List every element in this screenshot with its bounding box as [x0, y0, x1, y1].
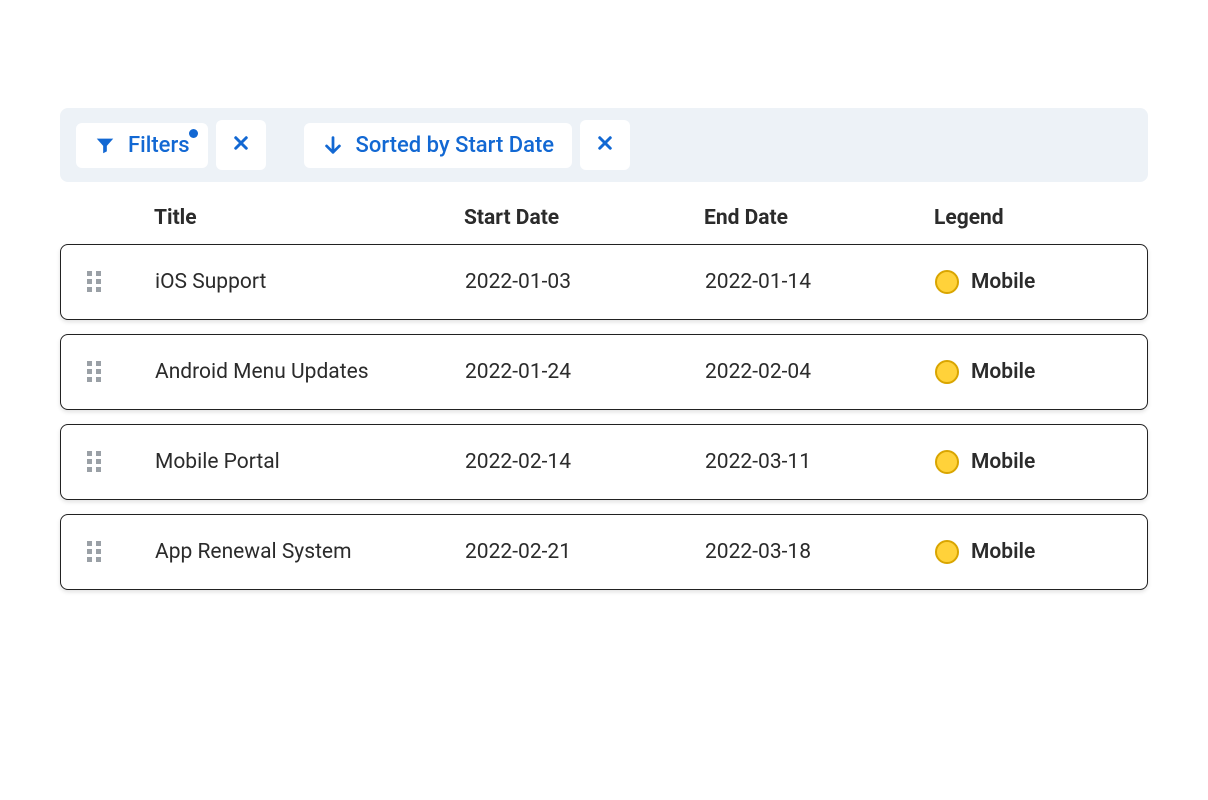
close-icon: [596, 134, 614, 156]
cell-title: Mobile Portal: [155, 450, 465, 474]
toolbar: Filters Sorted by Start Date: [60, 108, 1148, 182]
legend-label: Mobile: [971, 270, 1035, 294]
legend-swatch: [935, 450, 959, 474]
arrow-down-icon: [322, 134, 344, 156]
cell-title: Android Menu Updates: [155, 360, 465, 384]
drag-handle-icon[interactable]: [85, 359, 155, 385]
clear-sort-button[interactable]: [580, 120, 630, 170]
cell-start-date: 2022-02-21: [465, 540, 705, 564]
table-row[interactable]: App Renewal System 2022-02-21 2022-03-18…: [60, 514, 1148, 590]
legend-swatch: [935, 360, 959, 384]
drag-handle-icon[interactable]: [85, 269, 155, 295]
cell-start-date: 2022-02-14: [465, 450, 705, 474]
sort-chip[interactable]: Sorted by Start Date: [304, 123, 573, 168]
cell-end-date: 2022-03-18: [705, 540, 935, 564]
table-row[interactable]: iOS Support 2022-01-03 2022-01-14 Mobile: [60, 244, 1148, 320]
cell-title: App Renewal System: [155, 540, 465, 564]
cell-legend: Mobile: [935, 360, 1175, 384]
table-header: Title Start Date End Date Legend: [60, 206, 1148, 244]
cell-end-date: 2022-03-11: [705, 450, 935, 474]
drag-handle-icon[interactable]: [85, 539, 155, 565]
legend-swatch: [935, 540, 959, 564]
filter-icon: [94, 134, 116, 156]
cell-legend: Mobile: [935, 450, 1175, 474]
cell-end-date: 2022-01-14: [705, 270, 935, 294]
clear-filters-button[interactable]: [216, 120, 266, 170]
column-header-start-date[interactable]: Start Date: [464, 206, 704, 230]
filters-active-badge: [189, 129, 198, 138]
filters-chip[interactable]: Filters: [76, 123, 208, 168]
cell-end-date: 2022-02-04: [705, 360, 935, 384]
cell-start-date: 2022-01-24: [465, 360, 705, 384]
filters-chip-label: Filters: [128, 133, 190, 158]
cell-start-date: 2022-01-03: [465, 270, 705, 294]
data-table: Title Start Date End Date Legend iOS Sup…: [60, 206, 1148, 590]
drag-handle-icon[interactable]: [85, 449, 155, 475]
column-header-end-date[interactable]: End Date: [704, 206, 934, 230]
cell-legend: Mobile: [935, 270, 1175, 294]
sort-chip-label: Sorted by Start Date: [356, 133, 555, 158]
legend-label: Mobile: [971, 360, 1035, 384]
table-row[interactable]: Android Menu Updates 2022-01-24 2022-02-…: [60, 334, 1148, 410]
legend-label: Mobile: [971, 450, 1035, 474]
column-header-title[interactable]: Title: [154, 206, 464, 230]
legend-label: Mobile: [971, 540, 1035, 564]
table-row[interactable]: Mobile Portal 2022-02-14 2022-03-11 Mobi…: [60, 424, 1148, 500]
legend-swatch: [935, 270, 959, 294]
cell-title: iOS Support: [155, 270, 465, 294]
close-icon: [232, 134, 250, 156]
column-header-legend[interactable]: Legend: [934, 206, 1174, 230]
cell-legend: Mobile: [935, 540, 1175, 564]
